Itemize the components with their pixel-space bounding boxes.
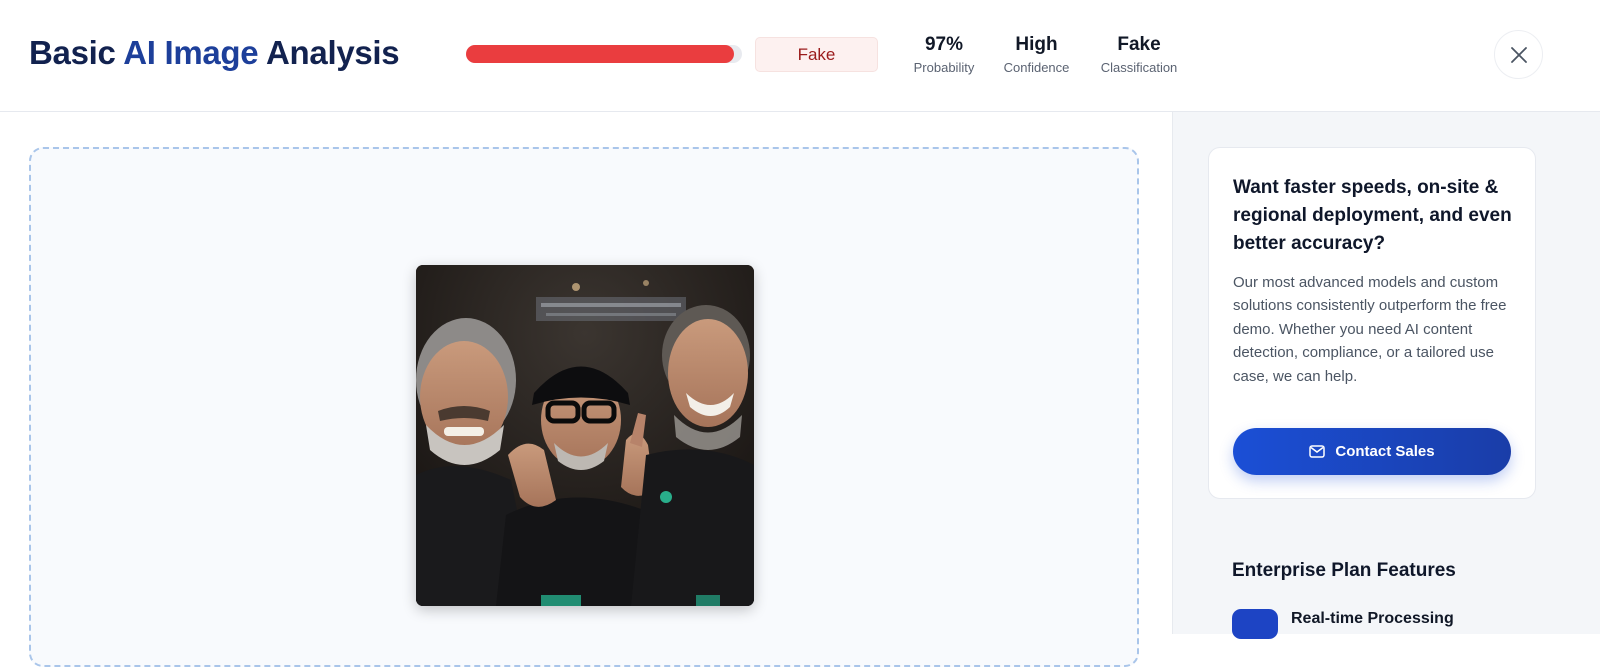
close-icon xyxy=(1510,46,1527,63)
image-dropzone[interactable] xyxy=(29,147,1139,667)
analyzed-image xyxy=(416,265,754,606)
probability-bar xyxy=(466,45,742,63)
stat-confidence: High Confidence xyxy=(1000,33,1073,75)
probability-bar-fill xyxy=(466,45,734,63)
stat-confidence-value: High xyxy=(1015,34,1058,55)
sidebar: Want faster speeds, on-site & regional d… xyxy=(1172,112,1600,639)
features-heading: Enterprise Plan Features xyxy=(1232,560,1456,581)
upgrade-promo-card: Want faster speeds, on-site & regional d… xyxy=(1208,147,1536,499)
title-prefix: Basic xyxy=(29,34,124,71)
stat-probability-label: Probability xyxy=(913,60,975,75)
title-suffix: Analysis xyxy=(258,34,400,71)
contact-sales-label: Contact Sales xyxy=(1335,443,1435,460)
analysis-main xyxy=(0,112,1172,667)
stat-probability: 97% Probability xyxy=(911,33,977,75)
stat-probability-value: 97% xyxy=(924,34,964,55)
feature-label: Real-time Processing xyxy=(1291,610,1454,627)
close-button[interactable] xyxy=(1494,30,1543,79)
promo-body: Our most advanced models and custom solu… xyxy=(1233,274,1507,385)
contact-sales-button[interactable]: Contact Sales xyxy=(1233,428,1511,475)
results-header: Basic AI Image Analysis Fake 97% Probabi… xyxy=(0,0,1600,112)
title-ai: AI Image xyxy=(123,34,259,71)
stat-classification-label: Classification xyxy=(1100,60,1178,75)
stat-classification: Fake Classification xyxy=(1097,33,1181,75)
feature-item: Real-time Processing xyxy=(1232,609,1454,639)
stat-confidence-label: Confidence xyxy=(1003,60,1070,75)
promo-title: Want faster speeds, on-site & regional d… xyxy=(1233,177,1512,254)
stat-classification-value: Fake xyxy=(1117,34,1161,55)
page-title: Basic AI Image Analysis xyxy=(29,34,400,72)
mail-icon xyxy=(1309,445,1326,458)
bolt-icon xyxy=(1232,609,1278,639)
verdict-badge: Fake xyxy=(755,37,878,72)
